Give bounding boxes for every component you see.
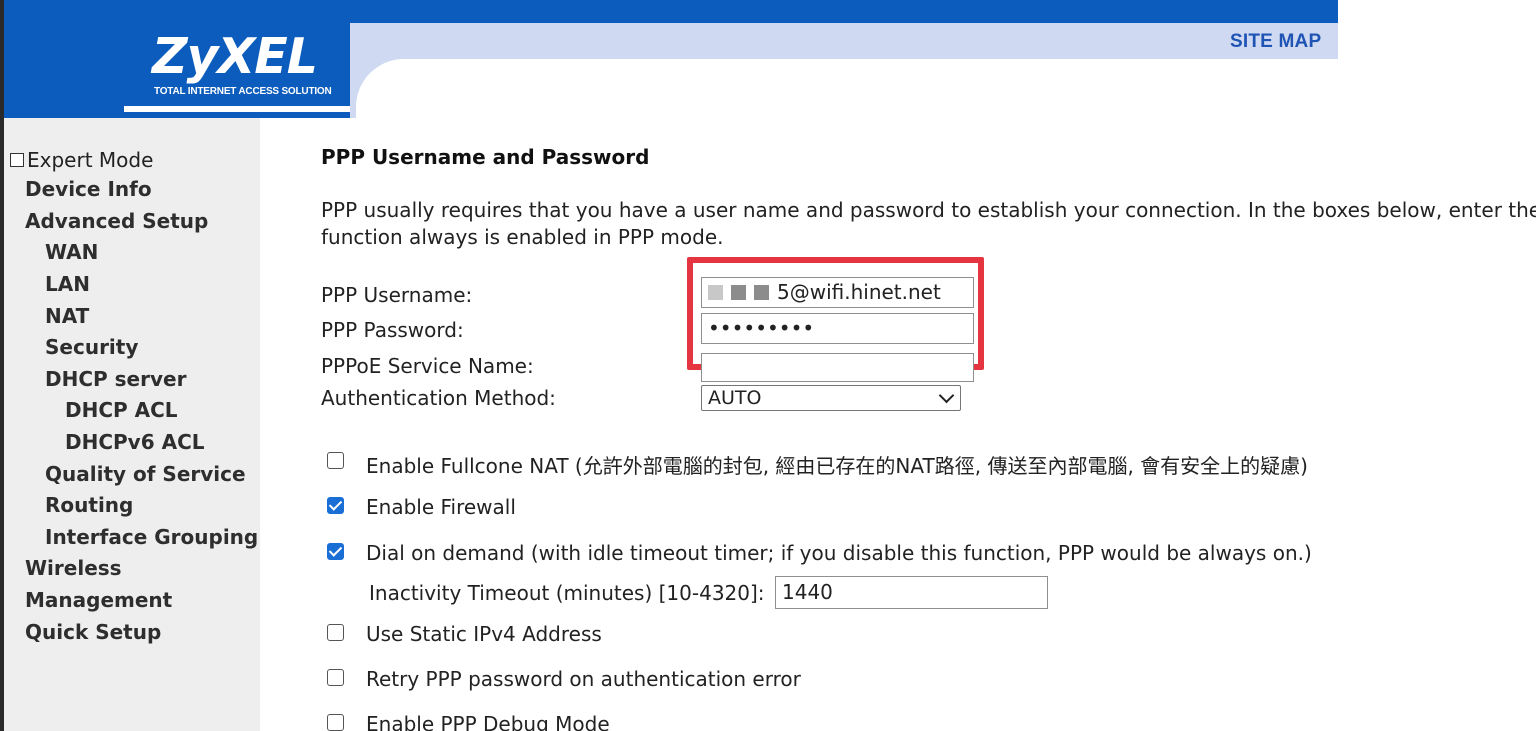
nav-dhcp-server[interactable]: DHCP server <box>45 367 186 391</box>
header-curve <box>350 59 400 118</box>
nav-lan[interactable]: LAN <box>45 272 90 296</box>
site-map-link[interactable]: SITE MAP <box>1230 31 1321 53</box>
auth-method-label: Authentication Method: <box>321 386 556 410</box>
fullcone-nat-label: Enable Fullcone NAT (允許外部電腦的封包, 經由已存在的NA… <box>366 454 1308 478</box>
service-name-label: PPPoE Service Name: <box>321 354 534 378</box>
static-ipv4-label: Use Static IPv4 Address <box>366 622 602 646</box>
nav-wireless[interactable]: Wireless <box>25 556 122 580</box>
logo-underline <box>124 106 350 112</box>
retry-ppp-checkbox[interactable] <box>327 669 344 686</box>
password-label: PPP Password: <box>321 318 464 342</box>
nav-nat[interactable]: NAT <box>45 304 89 328</box>
service-name-input[interactable] <box>701 353 974 382</box>
nav-routing[interactable]: Routing <box>45 493 133 517</box>
expert-mode-label: Expert Mode <box>27 148 154 172</box>
header-band <box>350 23 1338 59</box>
ppp-debug-checkbox[interactable] <box>327 714 344 731</box>
page-title: PPP Username and Password <box>321 145 650 169</box>
auth-method-value: AUTO <box>708 387 762 409</box>
inactivity-timeout-label: Inactivity Timeout (minutes) [10-4320]: <box>369 581 765 605</box>
nav-quality-of-service[interactable]: Quality of Service <box>45 462 246 486</box>
nav-device-info[interactable]: Device Info <box>25 177 152 201</box>
retry-ppp-label: Retry PPP password on authentication err… <box>366 667 801 691</box>
dial-on-demand-checkbox[interactable] <box>327 543 344 560</box>
zyxel-logo: ZyXEL <box>152 28 318 85</box>
inactivity-timeout-input[interactable]: 1440 <box>775 576 1048 609</box>
username-label: PPP Username: <box>321 283 473 307</box>
auth-method-select[interactable]: AUTO <box>701 385 961 411</box>
nav-wan[interactable]: WAN <box>45 240 98 264</box>
nav-dhcpv6-acl[interactable]: DHCPv6 ACL <box>65 430 205 454</box>
fullcone-nat-checkbox[interactable] <box>327 452 344 469</box>
expert-mode-toggle[interactable]: Expert Mode <box>10 148 153 172</box>
nav-advanced-setup[interactable]: Advanced Setup <box>25 209 208 233</box>
chevron-down-icon <box>938 387 955 404</box>
nav-interface-grouping[interactable]: Interface Grouping <box>45 525 258 549</box>
logo-block: ZyXEL TOTAL INTERNET ACCESS SOLUTION <box>4 0 350 118</box>
description-line-2: function always is enabled in PPP mode. <box>321 225 724 249</box>
firewall-label: Enable Firewall <box>366 495 516 519</box>
nav-security[interactable]: Security <box>45 335 138 359</box>
nav-quick-setup[interactable]: Quick Setup <box>25 620 161 644</box>
nav-management[interactable]: Management <box>25 588 172 612</box>
description-line-1: PPP usually requires that you have a use… <box>321 198 1536 222</box>
ppp-debug-label: Enable PPP Debug Mode <box>366 712 610 731</box>
expert-mode-checkbox[interactable] <box>10 153 24 167</box>
firewall-checkbox[interactable] <box>327 497 344 514</box>
logo-tagline: TOTAL INTERNET ACCESS SOLUTION <box>154 86 332 97</box>
router-admin-page: ZyXEL TOTAL INTERNET ACCESS SOLUTION SIT… <box>4 0 1536 731</box>
nav-dhcp-acl[interactable]: DHCP ACL <box>65 398 178 422</box>
dial-on-demand-label: Dial on demand (with idle timeout timer;… <box>366 541 1312 565</box>
static-ipv4-checkbox[interactable] <box>327 624 344 641</box>
